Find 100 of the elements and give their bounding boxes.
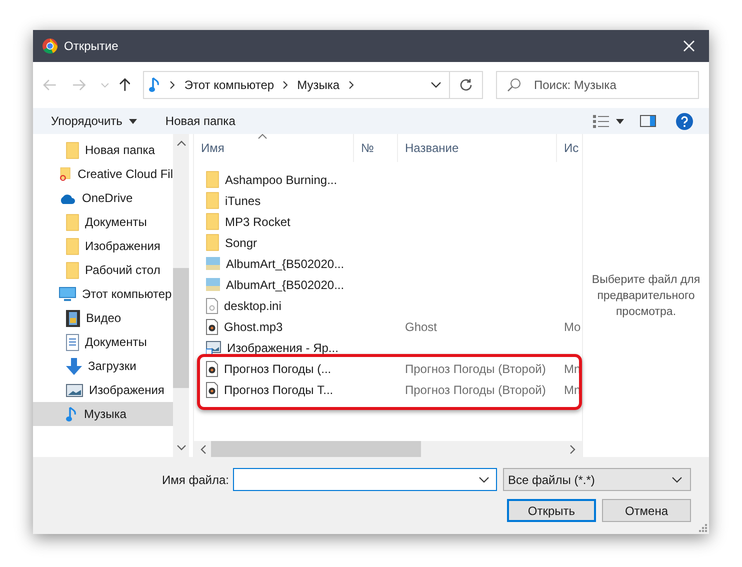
sidebar-item[interactable]: Новая папка [33, 138, 173, 162]
file-row[interactable]: iTunes [194, 190, 582, 211]
file-name[interactable]: Прогноз Погоды Т... [224, 382, 334, 396]
file-row[interactable]: desktop.ini [194, 295, 582, 316]
music-note-icon [66, 406, 78, 422]
file-name[interactable]: desktop.ini [224, 298, 282, 312]
file-name-field[interactable] [233, 468, 497, 491]
column-header[interactable]: Название [398, 134, 557, 162]
chevron-right-icon[interactable] [570, 444, 576, 454]
sidebar-item[interactable]: Изображения [33, 378, 173, 402]
help-icon[interactable] [676, 112, 693, 130]
sort-caret-icon [258, 134, 267, 139]
folder-icon [66, 214, 79, 230]
vertical-scrollbar[interactable] [173, 134, 189, 457]
address-bar[interactable]: Этот компьютер Музыка [143, 71, 450, 99]
file-name-label: Имя файла: [162, 472, 229, 486]
table-cell: Прогноз Погоды (Второй) [405, 382, 546, 396]
chevron-down-icon [672, 476, 682, 482]
new-folder-button[interactable]: Новая папка [159, 111, 242, 131]
cloud-icon [59, 192, 76, 204]
sidebar-item[interactable]: OneDrive [33, 186, 173, 210]
file-row[interactable]: AlbumArt_{B502020... [194, 274, 582, 295]
chevron-left-icon[interactable] [200, 444, 206, 454]
folder-icon [206, 213, 219, 230]
file-name[interactable]: Ghost.mp3 [224, 320, 283, 334]
chevron-right-icon[interactable] [283, 81, 288, 89]
file-row[interactable]: AlbumArt_{B502020... [194, 253, 582, 274]
image-file-icon [206, 278, 220, 291]
down-arrow-icon [66, 358, 82, 374]
table-cell: Ghost [405, 320, 438, 334]
file-row[interactable]: Ghost.mp3 Ghost Mo [194, 316, 582, 337]
file-name[interactable]: Изображения - Яр... [227, 340, 338, 354]
preview-message: Выберите файл для предварительного просмотра. [591, 272, 701, 320]
refresh-button[interactable] [450, 71, 483, 99]
sidebar-item[interactable]: Изображения [33, 234, 173, 258]
folder-icon [66, 262, 79, 278]
column-header[interactable]: Ис [557, 134, 582, 162]
organize-menu-button[interactable]: Упорядочить [45, 111, 144, 131]
chevron-down-icon[interactable] [431, 82, 442, 88]
horizontal-scrollbar[interactable] [194, 441, 582, 457]
chevron-right-icon[interactable] [170, 81, 176, 89]
audio-file-icon [206, 318, 218, 334]
folder-icon [206, 171, 219, 188]
breadcrumb-item[interactable]: Этот компьютер [184, 78, 274, 92]
browser-logo-icon [42, 38, 58, 54]
file-name[interactable]: AlbumArt_{B502020... [226, 278, 344, 292]
close-icon [683, 40, 695, 52]
sidebar-item[interactable]: Документы [33, 210, 173, 234]
shortcut-image-icon [206, 340, 221, 354]
breadcrumb-item[interactable]: Музыка [297, 78, 340, 92]
image-file-icon [206, 257, 220, 270]
file-name[interactable]: Прогноз Погоды (... [224, 362, 332, 376]
column-header[interactable]: № [354, 134, 398, 162]
file-name[interactable]: AlbumArt_{B502020... [226, 256, 344, 270]
audio-file-icon [206, 360, 218, 376]
sidebar-item[interactable]: Музыка [33, 402, 173, 426]
sidebar-item[interactable]: Creative Cloud Fil [33, 162, 173, 186]
sidebar-item[interactable]: Загрузки [33, 354, 173, 378]
file-name[interactable]: Ashampoo Burning... [225, 172, 338, 186]
up-arrow-icon[interactable] [118, 78, 130, 92]
settings-file-icon [206, 298, 218, 314]
search-field[interactable]: Поиск: Музыка [496, 71, 699, 99]
document-icon [66, 334, 79, 350]
picture-icon [66, 384, 83, 396]
file-row[interactable]: Ashampoo Burning... [194, 169, 582, 190]
file-name[interactable]: MP3 Rocket [225, 214, 290, 228]
caret-down-icon[interactable] [616, 118, 624, 124]
refresh-icon [459, 78, 474, 92]
column-header[interactable]: Имя [194, 134, 354, 162]
chevron-down-icon[interactable] [479, 477, 489, 483]
music-note-icon [149, 77, 162, 93]
monitor-icon [59, 286, 76, 302]
folder-icon [66, 142, 79, 158]
table-cell: Mo [564, 320, 581, 334]
folder-icon [66, 238, 79, 254]
sidebar-item[interactable]: Этот компьютер [33, 282, 173, 306]
dialog-button[interactable]: Открыть [507, 499, 596, 522]
preview-pane-icon[interactable] [640, 115, 656, 127]
table-cell: Прогноз Погоды (Второй) [405, 362, 546, 376]
sidebar-item[interactable]: Рабочий стол [33, 258, 173, 282]
chevron-right-icon[interactable] [348, 81, 354, 89]
file-name[interactable]: Songr [225, 236, 258, 250]
file-row[interactable]: Изображения - Яр... [194, 337, 582, 358]
cloud-folder-icon [59, 165, 72, 183]
folder-icon [206, 192, 219, 209]
file-name[interactable]: iTunes [225, 194, 261, 208]
file-row[interactable]: Songr [194, 232, 582, 253]
folder-icon [206, 234, 219, 251]
dialog-button[interactable]: Отмена [602, 499, 691, 522]
chevron-down-icon[interactable] [176, 445, 186, 451]
file-row[interactable]: MP3 Rocket [194, 211, 582, 232]
file-type-dropdown[interactable]: Все файлы (*.*) [503, 468, 691, 491]
sidebar-item[interactable]: Документы [33, 330, 173, 354]
sidebar-item[interactable]: Видео [33, 306, 173, 330]
caret-down-icon [129, 118, 138, 124]
chevron-up-icon[interactable] [176, 140, 186, 146]
resize-grip-icon[interactable] [699, 524, 707, 532]
search-icon [507, 78, 521, 92]
view-list-icon[interactable] [593, 114, 609, 128]
window-title: Открытие [64, 39, 118, 53]
